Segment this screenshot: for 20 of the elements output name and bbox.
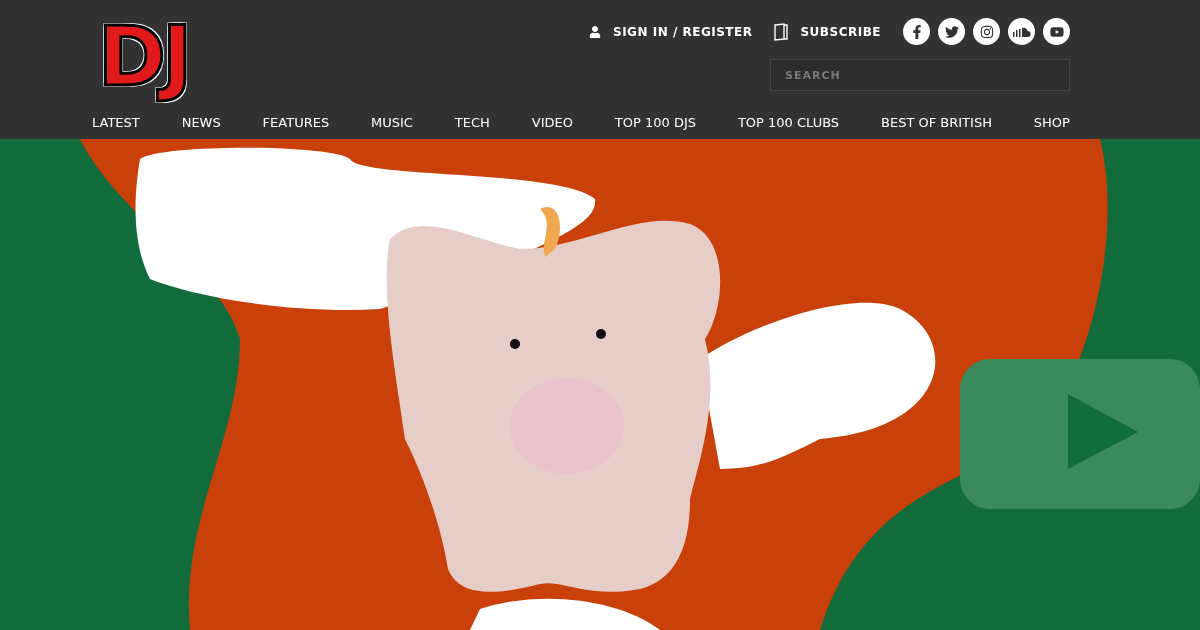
nav-link[interactable]: BEST OF BRITISH: [881, 115, 992, 130]
nav-link[interactable]: TOP 100 DJS: [614, 115, 696, 130]
nav-link[interactable]: MUSIC: [371, 115, 413, 130]
youtube-icon[interactable]: [1043, 18, 1070, 45]
nav-link[interactable]: FEATURES: [262, 115, 330, 130]
facebook-icon[interactable]: [903, 18, 930, 45]
soundcloud-icon[interactable]: [1008, 18, 1035, 45]
nav-link[interactable]: TECH: [454, 115, 490, 130]
instagram-icon[interactable]: [973, 18, 1000, 45]
nav-link[interactable]: VIDEO: [531, 115, 573, 130]
user-icon: [589, 25, 601, 38]
nav-link[interactable]: LATEST: [92, 115, 140, 130]
nav-link[interactable]: SHOP: [1033, 115, 1070, 130]
twitter-icon[interactable]: [938, 18, 965, 45]
subscribe-link[interactable]: SUBSCRIBE: [774, 22, 881, 41]
nav-link[interactable]: NEWS: [181, 115, 221, 130]
nav-link[interactable]: TOP 100 CLUBS: [737, 115, 840, 130]
magazine-icon: [774, 22, 789, 41]
search-field[interactable]: SEARCH: [770, 59, 1070, 91]
sign-in-link[interactable]: SIGN IN / REGISTER: [589, 24, 753, 39]
